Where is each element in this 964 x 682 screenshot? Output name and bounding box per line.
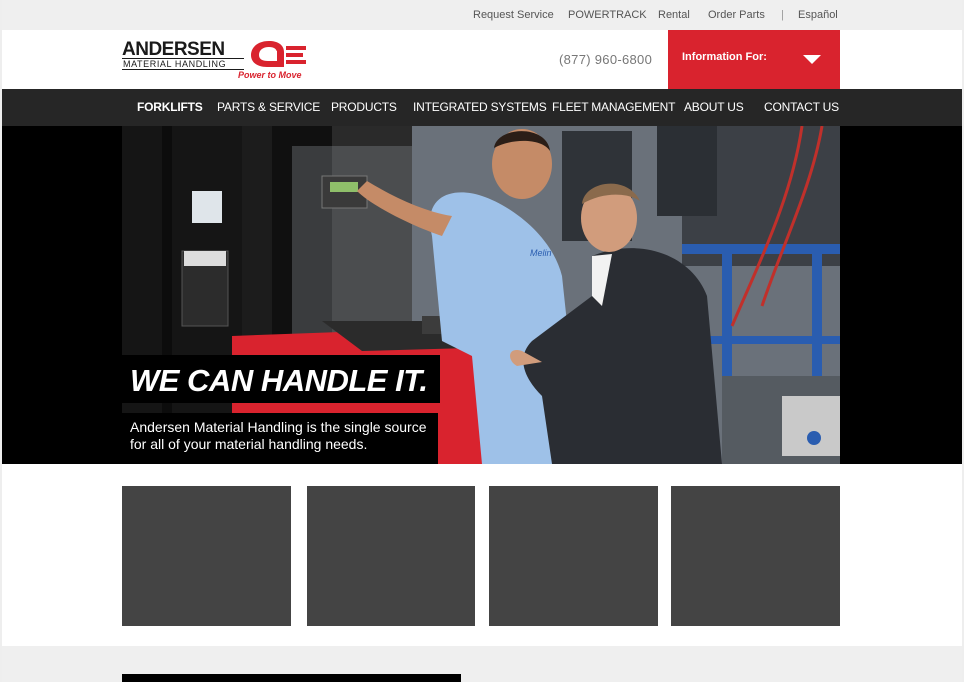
rental-link[interactable]: Rental bbox=[658, 9, 690, 21]
nav-contact-us[interactable]: CONTACT US bbox=[764, 100, 839, 114]
hero-image: Melin WE CAN HANDLE IT. Andersen Materia… bbox=[122, 126, 840, 464]
nav-products[interactable]: PRODUCTS bbox=[331, 100, 397, 114]
nav-about-us[interactable]: ABOUT US bbox=[684, 100, 744, 114]
feature-tile-1[interactable] bbox=[122, 486, 291, 626]
logo-tagline: Power to Move bbox=[238, 70, 302, 80]
utility-bar: Request Service POWERTRACK Rental Order … bbox=[2, 0, 962, 30]
caret-down-icon bbox=[803, 55, 821, 64]
feature-tile-2[interactable] bbox=[307, 486, 475, 626]
utility-separator: | bbox=[781, 9, 784, 21]
site-header: ANDERSEN MATERIAL HANDLING Power to Move… bbox=[2, 30, 962, 89]
nav-parts-service[interactable]: PARTS & SERVICE bbox=[217, 100, 320, 114]
nav-fleet-management[interactable]: FLEET MANAGEMENT bbox=[552, 100, 675, 114]
order-parts-link[interactable]: Order Parts bbox=[708, 9, 765, 21]
phone-number[interactable]: (877) 960-6800 bbox=[559, 52, 652, 67]
hero-subtext-box: Andersen Material Handling is the single… bbox=[122, 413, 438, 464]
language-espanol-link[interactable]: Español bbox=[798, 9, 838, 21]
logo-mark-icon bbox=[251, 41, 306, 67]
nav-integrated-systems[interactable]: INTEGRATED SYSTEMS bbox=[413, 100, 547, 114]
powertrack-link[interactable]: POWERTRACK bbox=[568, 9, 647, 21]
main-nav: FORKLIFTS PARTS & SERVICE PRODUCTS INTEG… bbox=[2, 89, 962, 126]
information-for-label: Information For: bbox=[682, 51, 767, 63]
logo-wordmark: ANDERSEN bbox=[122, 39, 225, 60]
feature-tile-3[interactable] bbox=[489, 486, 658, 626]
request-service-link[interactable]: Request Service bbox=[473, 9, 554, 21]
page-frame: Request Service POWERTRACK Rental Order … bbox=[2, 0, 962, 682]
logo-subtitle: MATERIAL HANDLING bbox=[122, 58, 244, 70]
hero-banner: Melin WE CAN HANDLE IT. Andersen Materia… bbox=[2, 126, 962, 464]
hero-subtext: Andersen Material Handling is the single… bbox=[130, 419, 427, 452]
shirt-logo-text: Melin bbox=[530, 248, 552, 258]
hero-headline: WE CAN HANDLE IT. bbox=[130, 363, 428, 398]
hero-headline-box: WE CAN HANDLE IT. bbox=[122, 355, 440, 403]
lower-section-black-bar bbox=[122, 674, 461, 682]
information-for-dropdown[interactable]: Information For: bbox=[668, 30, 840, 89]
nav-forklifts[interactable]: FORKLIFTS bbox=[137, 100, 203, 114]
feature-tile-4[interactable] bbox=[671, 486, 840, 626]
andersen-logo[interactable]: ANDERSEN MATERIAL HANDLING Power to Move bbox=[122, 40, 312, 82]
